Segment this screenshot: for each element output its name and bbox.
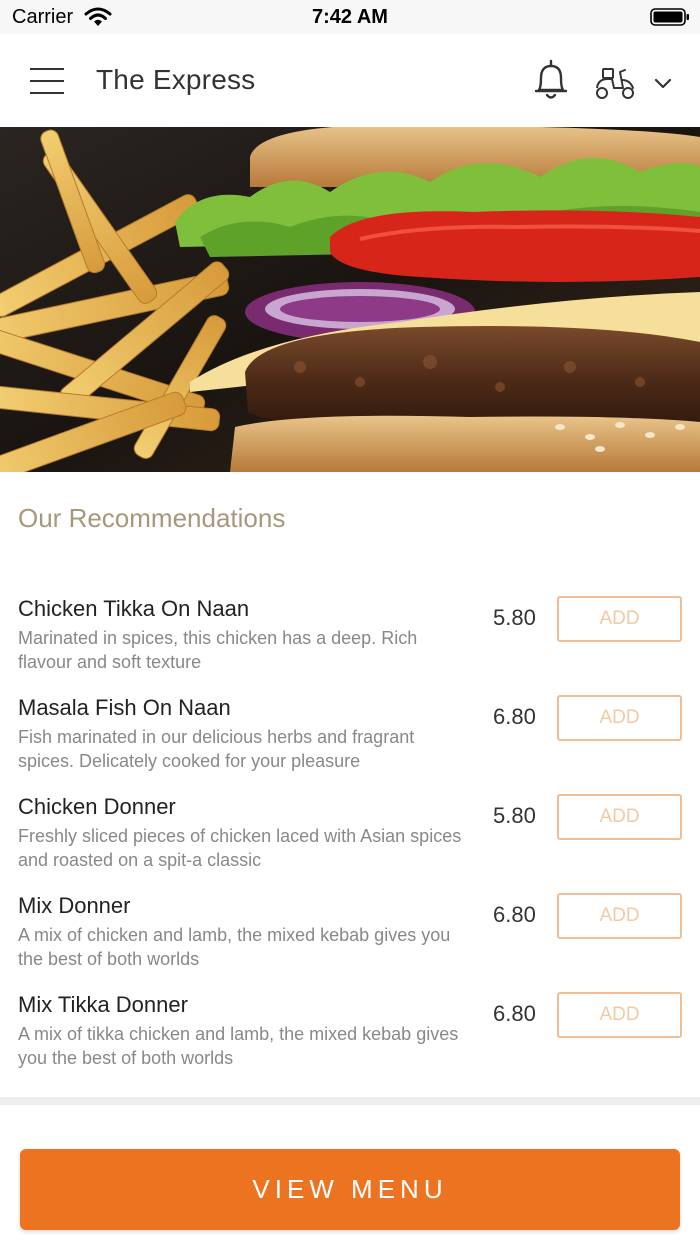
item-name: Chicken Donner — [18, 794, 176, 819]
bell-icon[interactable] — [532, 58, 570, 102]
list-item: Mix Donner A mix of chicken and lamb, th… — [0, 887, 700, 986]
add-button[interactable]: ADD — [557, 695, 682, 741]
burger-and-fries-photo — [0, 127, 700, 472]
list-item: Mix Tikka Donner A mix of tikka chicken … — [0, 986, 700, 1085]
battery-icon — [650, 8, 689, 26]
add-button[interactable]: ADD — [557, 794, 682, 840]
add-button[interactable]: ADD — [557, 893, 682, 939]
nav-bar: The Express — [0, 34, 700, 127]
view-menu-button[interactable]: VIEW MENU — [20, 1149, 680, 1230]
item-name: Chicken Tikka On Naan — [18, 596, 250, 621]
item-description: A mix of tikka chicken and lamb, the mix… — [18, 1024, 459, 1068]
hamburger-icon[interactable] — [30, 68, 64, 94]
item-description: Marinated in spices, this chicken has a … — [18, 628, 418, 672]
item-description: Fish marinated in our delicious herbs an… — [18, 727, 415, 771]
item-price: 5.80 — [493, 803, 536, 828]
list-item: Chicken Donner Freshly sliced pieces of … — [0, 788, 700, 887]
item-price: 6.80 — [493, 902, 536, 927]
add-button[interactable]: ADD — [557, 992, 682, 1038]
section-title: Our Recommendations — [18, 503, 286, 533]
item-name: Mix Tikka Donner — [18, 992, 188, 1017]
status-time: 7:42 AM — [312, 6, 388, 28]
list-item: Chicken Tikka On Naan Marinated in spice… — [0, 590, 700, 689]
item-price: 5.80 — [493, 605, 536, 630]
recommendation-list: Chicken Tikka On Naan Marinated in spice… — [0, 590, 700, 1085]
item-name: Masala Fish On Naan — [18, 695, 231, 720]
status-bar: Carrier 7:42 AM — [0, 0, 700, 34]
hero-image — [0, 127, 700, 472]
item-price: 6.80 — [493, 1001, 536, 1026]
scooter-icon[interactable] — [594, 66, 636, 100]
item-name: Mix Donner — [18, 893, 131, 918]
chevron-down-icon[interactable] — [652, 76, 674, 92]
divider — [0, 1097, 700, 1105]
list-item: Masala Fish On Naan Fish marinated in ou… — [0, 689, 700, 788]
item-price: 6.80 — [493, 704, 536, 729]
page-title: The Express — [96, 64, 256, 95]
item-description: Freshly sliced pieces of chicken laced w… — [18, 826, 462, 870]
add-button[interactable]: ADD — [557, 596, 682, 642]
item-description: A mix of chicken and lamb, the mixed keb… — [18, 925, 451, 969]
